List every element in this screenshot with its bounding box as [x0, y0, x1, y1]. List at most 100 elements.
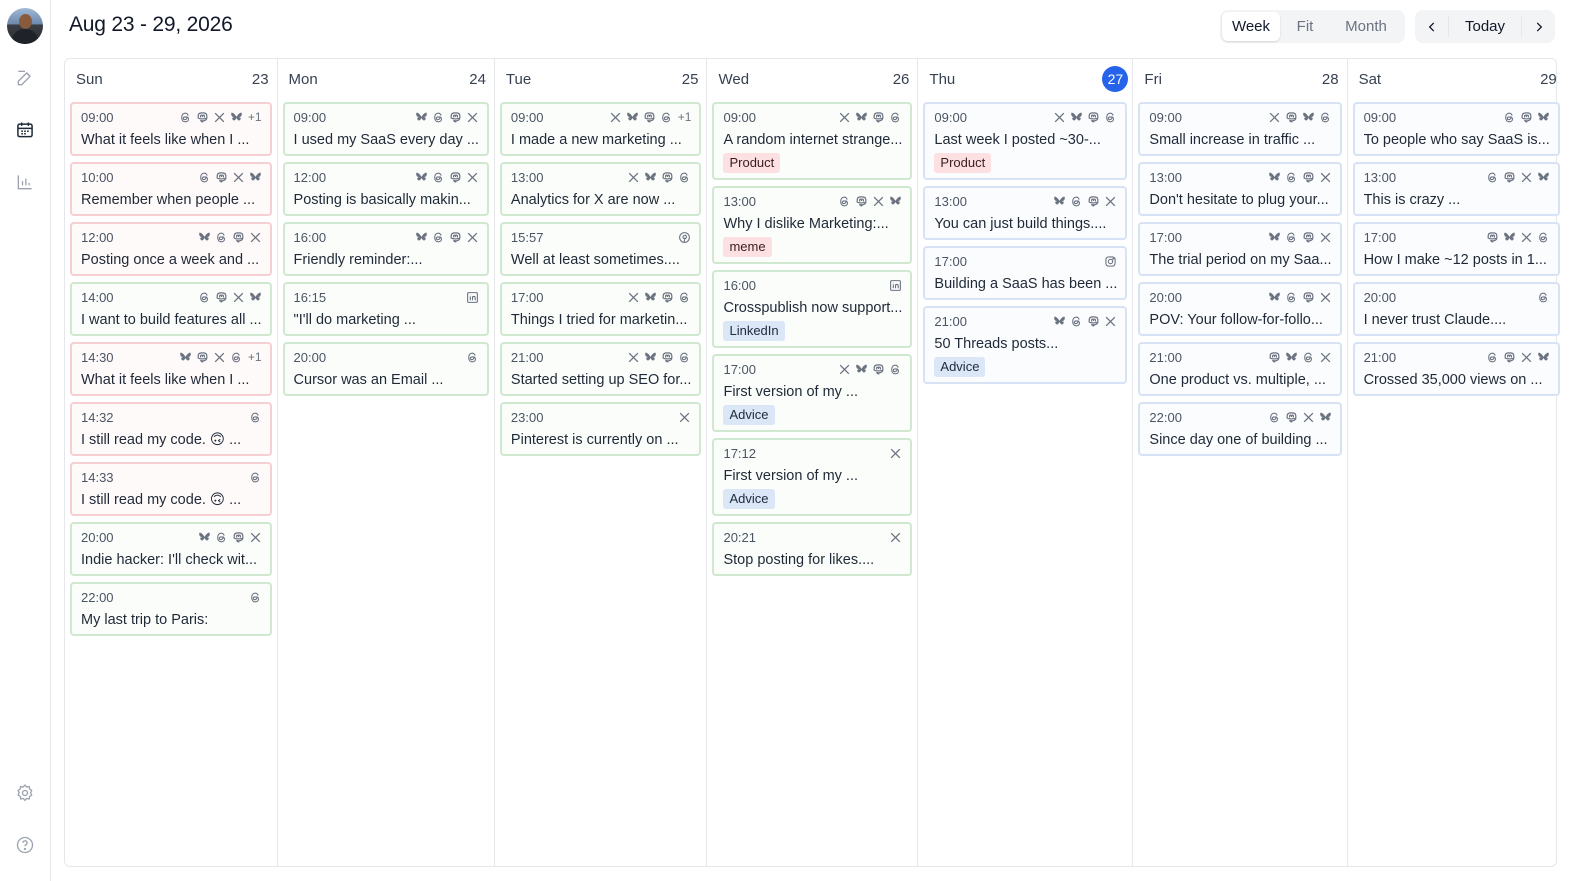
post-card[interactable]: 21:00 50 Threads posts... Advice: [923, 306, 1128, 384]
day-column-thu[interactable]: Thu 27 09:00 Last week I posted ~30-... Prod…: [918, 59, 1134, 866]
post-card[interactable]: 16:00 Crosspublish now support... LinkedIn: [712, 270, 913, 348]
threads-icon: [1070, 195, 1083, 208]
app: Aug 23 - 29, 2026 Week Fit Month Today S…: [0, 0, 1591, 881]
post-card[interactable]: 20:00 Indie hacker: I'll check wit...: [70, 522, 272, 576]
view-week-button[interactable]: Week: [1222, 12, 1280, 41]
post-card[interactable]: 13:00 Don't hesitate to plug your...: [1138, 162, 1342, 216]
platform-icons: [838, 111, 902, 124]
post-card[interactable]: 10:00 Remember when people ...: [70, 162, 272, 216]
threads-icon: [215, 531, 228, 544]
post-list: 09:00 +1 I made a new marketing ... 13:00 An…: [495, 99, 707, 456]
post-card[interactable]: 22:00 My last trip to Paris:: [70, 582, 272, 636]
post-card[interactable]: 09:00 A random internet strange... Product: [712, 102, 913, 180]
mastodon-icon: [1520, 111, 1533, 124]
bluesky-icon: [1268, 171, 1281, 184]
post-card[interactable]: 21:00 Crossed 35,000 views on ...: [1352, 342, 1560, 396]
post-card[interactable]: 13:00 Why I dislike Marketing:... meme: [712, 186, 913, 264]
post-card[interactable]: 22:00 Since day one of building ...: [1138, 402, 1342, 456]
pinterest-icon: [678, 231, 691, 244]
post-card[interactable]: 14:00 I want to build features all ...: [70, 282, 272, 336]
post-card[interactable]: 09:00 +1 What it feels like when I ...: [70, 102, 272, 156]
post-card[interactable]: 17:00 Building a SaaS has been ...: [923, 246, 1128, 300]
post-card[interactable]: 09:00 I used my SaaS every day ...: [282, 102, 489, 156]
day-column-mon[interactable]: Mon 24 09:00 I used my SaaS every day ... 12…: [278, 59, 495, 866]
post-card[interactable]: 14:30 +1 What it feels like when I ...: [70, 342, 272, 396]
post-card[interactable]: 09:00 Last week I posted ~30-... Product: [923, 102, 1128, 180]
post-card[interactable]: 16:15 "I'll do marketing ...: [282, 282, 489, 336]
post-tag: Advice: [934, 357, 986, 377]
settings-icon[interactable]: [14, 782, 36, 804]
x-icon: [1520, 351, 1533, 364]
post-card[interactable]: 17:00 First version of my ... Advice: [712, 354, 913, 432]
post-preview-text: "I'll do marketing ...: [293, 312, 416, 328]
view-fit-button[interactable]: Fit: [1280, 12, 1330, 41]
post-card[interactable]: 09:00 To people who say SaaS is...: [1352, 102, 1560, 156]
post-preview-text: Crossed 35,000 views on ...: [1363, 372, 1543, 388]
post-card[interactable]: 23:00 Pinterest is currently on ...: [499, 402, 702, 456]
post-header: 12:00: [294, 168, 479, 186]
threads-icon: [889, 363, 902, 376]
post-card[interactable]: 14:32 I still read my code. 🙃 ...: [70, 402, 272, 456]
day-column-wed[interactable]: Wed 26 09:00 A random internet strange... Pr…: [707, 59, 919, 866]
next-week-button[interactable]: [1522, 10, 1555, 43]
platform-icons: [889, 531, 902, 544]
post-time: 14:32: [81, 409, 114, 425]
post-card[interactable]: 21:00 One product vs. multiple, ...: [1138, 342, 1342, 396]
prev-week-button[interactable]: [1415, 10, 1448, 43]
day-column-sat[interactable]: Sat 29 09:00 To people who say SaaS is... 13…: [1348, 59, 1565, 866]
mastodon-icon: [232, 231, 245, 244]
day-name: Thu: [929, 70, 956, 88]
post-card[interactable]: 20:00 POV: Your follow-for-follo...: [1138, 282, 1342, 336]
bluesky-icon: [1537, 171, 1550, 184]
date-range-title: Aug 23 - 29, 2026: [69, 13, 233, 36]
day-number: 23: [251, 70, 269, 88]
day-name: Fri: [1144, 70, 1162, 88]
help-icon[interactable]: [14, 834, 36, 856]
post-card[interactable]: 09:00 Small increase in traffic ...: [1138, 102, 1342, 156]
view-month-button[interactable]: Month: [1330, 12, 1402, 41]
post-card[interactable]: 16:00 Friendly reminder:...: [282, 222, 489, 276]
x-icon: [1520, 171, 1533, 184]
bluesky-icon: [249, 291, 262, 304]
mastodon-icon: [1087, 111, 1100, 124]
bluesky-icon: [415, 171, 428, 184]
x-icon: [1104, 315, 1117, 328]
post-card[interactable]: 17:00 The trial period on my Saa...: [1138, 222, 1342, 276]
compose-icon[interactable]: [14, 67, 36, 89]
x-icon: [249, 531, 262, 544]
day-column-fri[interactable]: Fri 28 09:00 Small increase in traffic ... 1…: [1133, 59, 1348, 866]
post-preview-text: Posting is basically makin...: [293, 192, 471, 208]
mastodon-icon: [449, 111, 462, 124]
bluesky-icon: [644, 291, 657, 304]
post-card[interactable]: 21:00 Started setting up SEO for...: [499, 342, 702, 396]
calendar-icon[interactable]: [14, 119, 36, 141]
post-card[interactable]: 17:00 Things I tried for marketin...: [499, 282, 702, 336]
post-card[interactable]: 20:00 I never trust Claude....: [1352, 282, 1560, 336]
post-preview-text: Well at least sometimes....: [510, 252, 680, 268]
post-time: 20:00: [1149, 289, 1182, 305]
post-preview-text: I want to build features all ...: [81, 312, 262, 328]
post-card[interactable]: 12:00 Posting once a week and ...: [70, 222, 272, 276]
post-card[interactable]: 17:12 First version of my ... Advice: [712, 438, 913, 516]
day-column-sun[interactable]: Sun 23 09:00 +1 What it feels like when I ..…: [65, 59, 278, 866]
platform-icons: [1053, 315, 1117, 328]
post-card[interactable]: 13:00 You can just build things....: [923, 186, 1128, 240]
post-preview-text: You can just build things....: [934, 216, 1107, 232]
post-card[interactable]: 14:33 I still read my code. 🙃 ...: [70, 462, 272, 516]
day-column-tue[interactable]: Tue 25 09:00 +1 I made a new marketing ... 13…: [495, 59, 708, 866]
platform-icons: [1053, 111, 1117, 124]
analytics-icon[interactable]: [14, 171, 36, 193]
post-card[interactable]: 09:00 +1 I made a new marketing ...: [499, 102, 702, 156]
post-card[interactable]: 17:00 How I make ~12 posts in 1...: [1352, 222, 1560, 276]
sidebar: [0, 0, 51, 881]
post-card[interactable]: 13:00 This is crazy ...: [1352, 162, 1560, 216]
avatar[interactable]: [7, 8, 43, 44]
today-button[interactable]: Today: [1448, 16, 1522, 37]
post-card[interactable]: 12:00 Posting is basically makin...: [282, 162, 489, 216]
post-card[interactable]: 15:57 Well at least sometimes....: [499, 222, 702, 276]
day-name: Sat: [1358, 70, 1382, 88]
post-list: 09:00 Last week I posted ~30-... Product 13…: [918, 99, 1132, 384]
post-card[interactable]: 20:00 Cursor was an Email ...: [282, 342, 489, 396]
post-card[interactable]: 20:21 Stop posting for likes....: [712, 522, 913, 576]
post-card[interactable]: 13:00 Analytics for X are now ...: [499, 162, 702, 216]
